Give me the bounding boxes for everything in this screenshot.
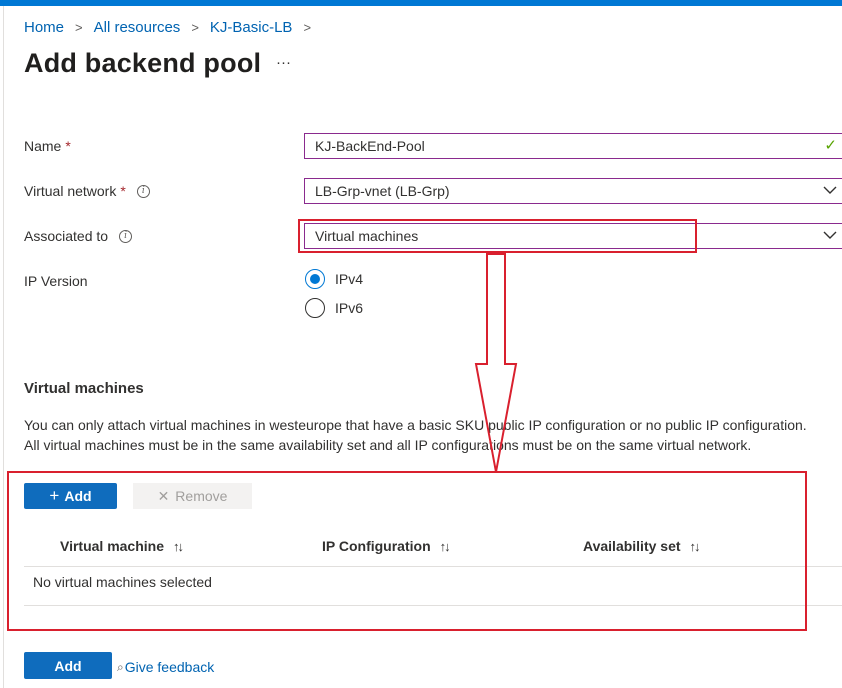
section-description-line2: All virtual machines must be in the same… (24, 437, 752, 453)
breadcrumb: Home > All resources > KJ-Basic-LB > (24, 19, 322, 36)
empty-table-message: No virtual machines selected (33, 574, 212, 590)
close-icon: ✕ (157, 487, 170, 504)
associated-to-dropdown[interactable]: Virtual machines (304, 223, 842, 249)
breadcrumb-home[interactable]: Home (24, 19, 64, 36)
required-mark: * (120, 183, 126, 199)
column-header-label: IP Configuration (322, 538, 431, 554)
column-header-virtual-machine[interactable]: Virtual machine ↑↓ (60, 538, 184, 554)
column-header-availability-set[interactable]: Availability set ↑↓ (583, 538, 701, 554)
name-input-value: KJ-BackEnd-Pool (315, 138, 425, 154)
column-header-ip-configuration[interactable]: IP Configuration ↑↓ (322, 538, 451, 554)
breadcrumb-load-balancer[interactable]: KJ-Basic-LB (210, 19, 293, 36)
virtual-network-value: LB-Grp-vnet (LB-Grp) (315, 183, 450, 199)
give-feedback-link[interactable]: ⌕ Give feedback (117, 659, 214, 675)
add-vm-label: Add (64, 488, 92, 504)
name-label-text: Name (24, 138, 62, 154)
breadcrumb-separator: > (191, 20, 199, 35)
radio-ipv6[interactable]: IPv6 (305, 298, 363, 318)
chevron-down-icon (823, 230, 837, 242)
radio-selected-icon (305, 269, 325, 289)
plus-icon: + (49, 486, 60, 505)
section-title: Virtual machines (24, 380, 144, 397)
required-mark: * (65, 138, 71, 154)
breadcrumb-separator: > (75, 20, 83, 35)
table-row-divider (24, 605, 842, 606)
top-accent-bar (0, 0, 842, 6)
ip-version-label-text: IP Version (24, 273, 88, 289)
feedback-icon: ⌕ (117, 659, 124, 674)
give-feedback-label: Give feedback (124, 659, 215, 675)
name-input[interactable]: KJ-BackEnd-Pool ✓ (304, 133, 842, 159)
radio-ipv4-label: IPv4 (335, 271, 364, 287)
name-label: Name * (24, 138, 71, 154)
radio-ipv4[interactable]: IPv4 (305, 269, 363, 289)
info-icon[interactable]: i (136, 184, 150, 198)
radio-unselected-icon (305, 298, 325, 318)
associated-to-value: Virtual machines (315, 228, 419, 244)
sort-icon: ↑↓ (439, 538, 451, 554)
add-vm-button[interactable]: + Add (24, 483, 117, 509)
submit-add-button[interactable]: Add (24, 652, 112, 679)
sort-icon: ↑↓ (689, 538, 701, 554)
remove-vm-label: Remove (175, 488, 228, 504)
virtual-network-label: Virtual network * i (24, 183, 150, 199)
page-title: Add backend pool (24, 48, 262, 78)
breadcrumb-all-resources[interactable]: All resources (94, 19, 181, 36)
table-header-divider (24, 566, 842, 567)
radio-ipv6-label: IPv6 (335, 300, 364, 316)
sort-icon: ↑↓ (173, 538, 184, 554)
column-header-label: Availability set (583, 538, 681, 554)
ip-version-label: IP Version (24, 273, 88, 289)
checkmark-icon: ✓ (824, 137, 837, 154)
more-options-button[interactable]: ··· (276, 54, 291, 71)
column-header-label: Virtual machine (60, 538, 165, 554)
info-icon[interactable]: i (119, 229, 133, 243)
associated-to-label-text: Associated to (24, 228, 109, 244)
remove-vm-button[interactable]: ✕ Remove (133, 483, 252, 509)
breadcrumb-separator: > (303, 20, 312, 35)
section-description-line1: You can only attach virtual machines in … (24, 417, 807, 433)
associated-to-label: Associated to i (24, 228, 133, 244)
virtual-network-dropdown[interactable]: LB-Grp-vnet (LB-Grp) (304, 178, 842, 204)
submit-add-label: Add (54, 657, 82, 674)
left-border (3, 6, 4, 688)
chevron-down-icon (823, 185, 837, 197)
virtual-network-label-text: Virtual network (24, 183, 117, 199)
